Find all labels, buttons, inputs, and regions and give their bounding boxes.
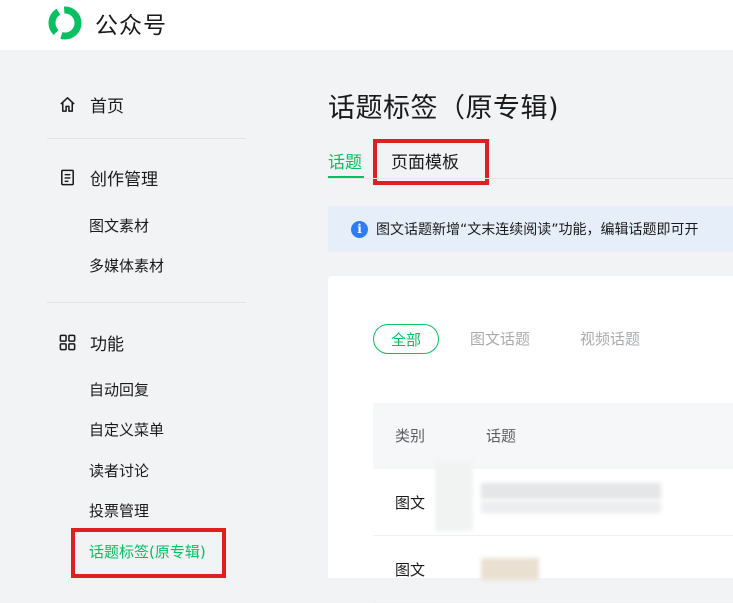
- document-icon: [61, 169, 74, 186]
- tab-topics[interactable]: 话题: [328, 148, 362, 173]
- blurred-content: [481, 483, 661, 499]
- sidebar-item-vote-management[interactable]: 投票管理: [89, 500, 149, 521]
- sidebar-item-auto-reply[interactable]: 自动回复: [89, 379, 149, 400]
- sidebar-divider: [47, 302, 246, 303]
- sidebar-item-create[interactable]: 创作管理: [58, 165, 158, 190]
- brand-title[interactable]: 公众号: [95, 6, 167, 40]
- filter-all[interactable]: 全部: [373, 324, 439, 354]
- sidebar-item-image-text-material[interactable]: 图文素材: [89, 215, 149, 236]
- sidebar-item-label: 创作管理: [90, 170, 158, 190]
- page-title: 话题标签（原专辑): [328, 93, 560, 124]
- table-row[interactable]: 图文: [373, 461, 733, 536]
- info-icon: i: [351, 221, 368, 238]
- tabs-divider: [328, 178, 733, 179]
- sidebar: [0, 50, 300, 578]
- sidebar-item-label: 首页: [90, 97, 124, 117]
- blurred-content: [481, 501, 661, 513]
- sidebar-item-home[interactable]: 首页: [58, 92, 124, 117]
- sidebar-item-reader-discussion[interactable]: 读者讨论: [89, 460, 149, 481]
- sidebar-item-media-material[interactable]: 多媒体素材: [89, 255, 164, 276]
- blurred-content: [435, 461, 473, 531]
- notice-text: 图文话题新增“文末连续阅读”功能，编辑话题即可开: [376, 222, 699, 238]
- content-panel: 全部 图文话题 视频话题 类别 话题 图文 图文: [328, 276, 733, 603]
- filter-image-text-topics[interactable]: 图文话题: [470, 324, 530, 354]
- table-header: 类别 话题: [373, 403, 733, 469]
- blurred-content: [481, 558, 539, 580]
- column-header-category: 类别: [395, 427, 426, 445]
- grid-icon: [59, 334, 76, 351]
- column-header-topic: 话题: [486, 427, 517, 445]
- home-icon: [60, 97, 75, 112]
- row-category: 图文: [395, 561, 426, 579]
- highlight-box-topic-tags: [71, 528, 226, 578]
- top-bar: 公众号: [0, 0, 733, 50]
- row-category: 图文: [395, 494, 426, 512]
- sidebar-item-label: 功能: [90, 335, 124, 355]
- filter-video-topics[interactable]: 视频话题: [580, 324, 640, 354]
- sidebar-item-custom-menu[interactable]: 自定义菜单: [89, 419, 164, 440]
- wechat-official-logo-icon[interactable]: [45, 5, 85, 41]
- notice-banner: i 图文话题新增“文末连续阅读”功能，编辑话题即可开: [328, 206, 733, 252]
- sidebar-item-features[interactable]: 功能: [58, 330, 124, 355]
- table-row[interactable]: 图文: [373, 536, 733, 603]
- sidebar-divider: [47, 138, 246, 139]
